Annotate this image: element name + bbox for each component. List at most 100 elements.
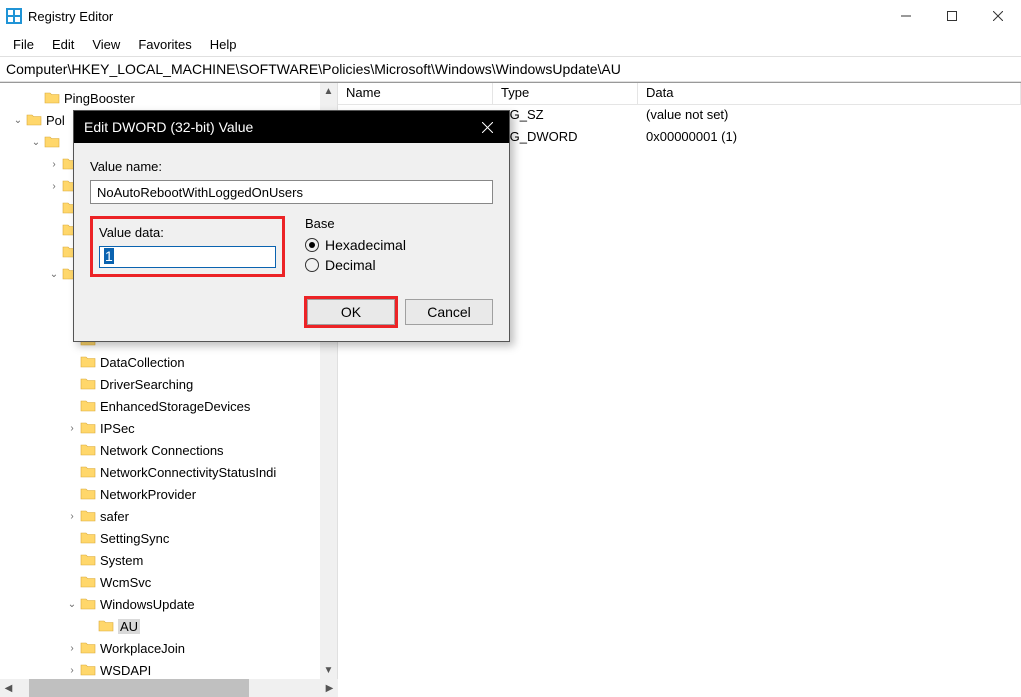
folder-icon: [44, 90, 60, 106]
tree-item-label: NetworkProvider: [100, 487, 196, 502]
tree-item-label: System: [100, 553, 143, 568]
tree-item-label: DataCollection: [100, 355, 185, 370]
tree-item-label: WSDAPI: [100, 663, 151, 678]
value-data-highlight: Value data: 1: [90, 216, 285, 277]
cell-data: (value not set): [638, 105, 1021, 127]
tree-item-label: Network Connections: [100, 443, 224, 458]
cancel-button[interactable]: Cancel: [405, 299, 493, 325]
tree-item-label: PingBooster: [64, 91, 135, 106]
folder-icon: [80, 574, 96, 590]
minimize-button[interactable]: [883, 0, 929, 32]
scroll-down-icon[interactable]: ▼: [320, 662, 337, 679]
radio-dec-dot: [305, 258, 319, 272]
chevron-down-icon[interactable]: ⌄: [28, 137, 44, 148]
scroll-right-icon[interactable]: ▶: [321, 679, 338, 697]
folder-icon: [98, 618, 114, 634]
chevron-right-icon[interactable]: ›: [46, 159, 62, 170]
folder-icon: [80, 552, 96, 568]
folder-icon: [80, 464, 96, 480]
ok-button[interactable]: OK: [307, 299, 395, 325]
folder-icon: [80, 354, 96, 370]
base-group-label: Base: [305, 216, 493, 231]
tree-item[interactable]: ›WcmSvc: [0, 571, 320, 593]
menu-favorites[interactable]: Favorites: [130, 35, 199, 54]
radio-dec-label: Decimal: [325, 257, 376, 273]
folder-icon: [80, 662, 96, 678]
tree-item[interactable]: ›DriverSearching: [0, 373, 320, 395]
folder-icon: [80, 420, 96, 436]
tree-item-label: DriverSearching: [100, 377, 193, 392]
chevron-down-icon[interactable]: ⌄: [64, 599, 80, 610]
tree-item-label: WindowsUpdate: [100, 597, 195, 612]
value-data-field[interactable]: 1: [99, 246, 276, 268]
scroll-left-icon[interactable]: ◀: [0, 679, 17, 697]
cell-data: 0x00000001 (1): [638, 127, 1021, 149]
tree-item[interactable]: › IPSec: [0, 417, 320, 439]
tree-item-label: Pol: [46, 113, 65, 128]
menu-edit[interactable]: Edit: [44, 35, 82, 54]
address-bar[interactable]: Computer\HKEY_LOCAL_MACHINE\SOFTWARE\Pol…: [0, 56, 1021, 82]
chevron-right-icon[interactable]: ›: [46, 181, 62, 192]
menu-file[interactable]: File: [5, 35, 42, 54]
tree-item[interactable]: ›AU: [0, 615, 320, 637]
tree-item[interactable]: ›Network Connections: [0, 439, 320, 461]
tree-item[interactable]: ›DataCollection: [0, 351, 320, 373]
folder-icon: [80, 596, 96, 612]
tree-item-label: AU: [118, 619, 140, 634]
list-header: Name Type Data: [338, 83, 1021, 105]
dialog-titlebar[interactable]: Edit DWORD (32-bit) Value: [74, 111, 509, 143]
tree-item[interactable]: ›NetworkProvider: [0, 483, 320, 505]
chevron-right-icon[interactable]: ›: [64, 511, 80, 522]
window-title: Registry Editor: [28, 9, 113, 24]
window-titlebar: Registry Editor: [0, 0, 1021, 32]
tree-item[interactable]: ›EnhancedStorageDevices: [0, 395, 320, 417]
tree-item-label: NetworkConnectivityStatusIndi: [100, 465, 276, 480]
tree-item-label: safer: [100, 509, 129, 524]
edit-dword-dialog: Edit DWORD (32-bit) Value Value name: Va…: [73, 110, 510, 342]
dialog-title: Edit DWORD (32-bit) Value: [84, 119, 253, 135]
folder-icon: [80, 640, 96, 656]
cell-type: EG_DWORD: [493, 127, 638, 149]
tree-item-label: EnhancedStorageDevices: [100, 399, 250, 414]
tree-item[interactable]: ›NetworkConnectivityStatusIndi: [0, 461, 320, 483]
col-type[interactable]: Type: [493, 83, 638, 104]
tree-item[interactable]: ›System: [0, 549, 320, 571]
address-path: Computer\HKEY_LOCAL_MACHINE\SOFTWARE\Pol…: [6, 61, 621, 77]
menubar: File Edit View Favorites Help: [0, 32, 1021, 56]
hscroll-thumb[interactable]: [29, 679, 249, 697]
col-data[interactable]: Data: [638, 83, 1021, 104]
tree-item[interactable]: › safer: [0, 505, 320, 527]
col-name[interactable]: Name: [338, 83, 493, 104]
radio-dec[interactable]: Decimal: [305, 257, 493, 273]
maximize-button[interactable]: [929, 0, 975, 32]
tree-horizontal-scrollbar[interactable]: ◀ ▶: [0, 679, 338, 697]
close-button[interactable]: [975, 0, 1021, 32]
tree-item[interactable]: ›PingBooster: [0, 87, 320, 109]
chevron-right-icon[interactable]: ›: [64, 643, 80, 654]
chevron-down-icon[interactable]: ⌄: [46, 269, 62, 280]
ok-button-label: OK: [341, 304, 361, 320]
tree-item-label: SettingSync: [100, 531, 169, 546]
folder-icon: [80, 486, 96, 502]
value-name-field[interactable]: [90, 180, 493, 204]
chevron-right-icon[interactable]: ›: [64, 423, 80, 434]
menu-help[interactable]: Help: [202, 35, 245, 54]
dialog-close-button[interactable]: [465, 111, 509, 143]
folder-icon: [80, 508, 96, 524]
tree-item-label: IPSec: [100, 421, 135, 436]
tree-item[interactable]: ⌄ WindowsUpdate: [0, 593, 320, 615]
radio-hex[interactable]: Hexadecimal: [305, 237, 493, 253]
tree-item[interactable]: ›WorkplaceJoin: [0, 637, 320, 659]
tree-item[interactable]: › WSDAPI: [0, 659, 320, 679]
folder-icon: [80, 530, 96, 546]
chevron-right-icon[interactable]: ›: [64, 665, 80, 676]
tree-item[interactable]: ›SettingSync: [0, 527, 320, 549]
tree-item-label: WcmSvc: [100, 575, 151, 590]
menu-view[interactable]: View: [84, 35, 128, 54]
folder-icon: [80, 398, 96, 414]
chevron-down-icon[interactable]: ⌄: [10, 115, 26, 126]
folder-icon: [44, 134, 60, 150]
value-data-label: Value data:: [99, 225, 276, 240]
value-name-label: Value name:: [90, 159, 493, 174]
scroll-up-icon[interactable]: ▲: [320, 83, 337, 100]
